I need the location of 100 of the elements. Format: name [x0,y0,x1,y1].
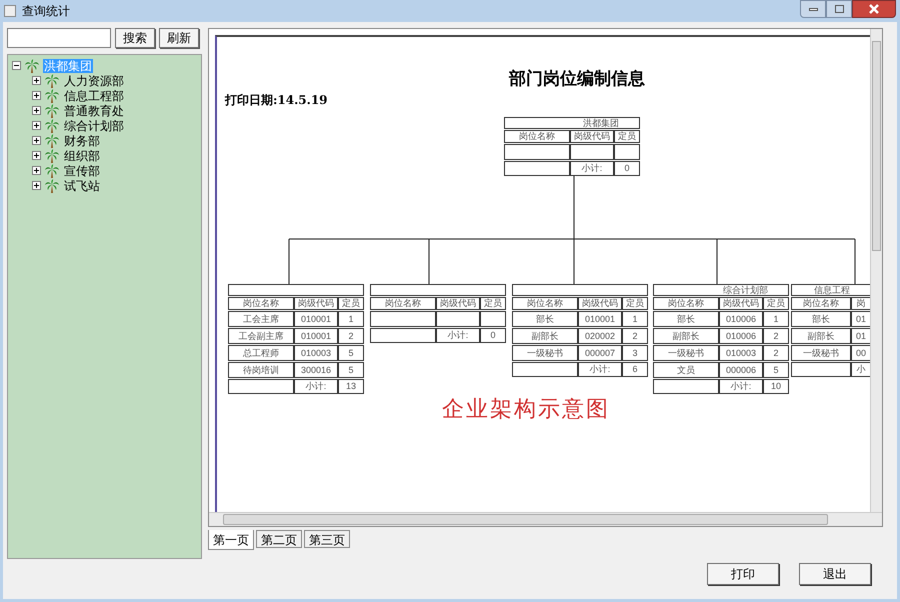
table-cell [228,379,294,394]
page-tab[interactable]: 第二页 [256,530,302,548]
table-cell: 定员 [622,297,648,310]
table-cell: 岗位名称 [512,297,578,310]
table-cell: 定员 [480,297,506,310]
table-cell: 岗级代码 [719,297,763,310]
table-cell: 岗级代码 [294,297,338,310]
table-cell: 副部长 [653,328,719,344]
maximize-button[interactable] [826,0,852,18]
palm-tree-icon [44,148,60,162]
table-cell: 010001 [294,311,338,327]
table-cell: 岗级代码 [436,297,480,310]
palm-tree-icon [44,74,60,88]
table-cell: 010001 [578,311,622,327]
palm-tree-icon [44,134,60,148]
table-cell: 2 [763,345,789,361]
table-cell [570,144,614,160]
table-cell: 5 [338,345,364,361]
palm-tree-icon [44,164,60,178]
table-cell: 010003 [294,345,338,361]
expand-icon[interactable] [32,166,41,175]
palm-tree-icon [44,178,60,192]
expand-icon[interactable] [32,151,41,160]
toolbar-button[interactable]: 刷新 [159,28,199,48]
table-cell: 定员 [338,297,364,310]
table-cell: 3 [622,345,648,361]
table-cell: 一级秘书 [791,345,851,361]
tree-item[interactable]: 综合计划部 [63,118,125,132]
table-cell: 洪都集团 [504,117,640,129]
tree-item[interactable]: 试飞站 [63,178,101,192]
table-cell: 岗位名称 [370,297,436,310]
page-tab[interactable]: 第三页 [304,530,350,548]
table-cell [504,144,570,160]
table-cell: 定员 [763,297,789,310]
expand-icon[interactable] [32,76,41,85]
page-tab[interactable]: 第一页 [208,530,254,550]
table-cell: 岗位名称 [504,130,570,143]
tree-item[interactable]: 宣传部 [63,164,101,178]
palm-tree-icon [44,118,60,132]
vertical-scrollbar[interactable] [870,29,882,512]
close-icon [869,4,879,14]
tree-item[interactable]: 财务部 [63,134,101,148]
table-cell: 010006 [719,311,763,327]
table-cell [436,311,480,327]
table-cell: 岗位名称 [653,297,719,310]
expand-icon[interactable] [32,181,41,190]
table-cell: 2 [763,328,789,344]
table-cell: 工会主席 [228,311,294,327]
collapse-icon[interactable] [12,61,21,70]
tree-item[interactable]: 人力资源部 [63,74,125,88]
table-cell [370,311,436,327]
expand-icon[interactable] [32,91,41,100]
table-cell: 定员 [614,130,640,143]
expand-icon[interactable] [32,136,41,145]
table-cell: 2 [622,328,648,344]
search-field[interactable] [7,28,111,48]
table-cell: 13 [338,379,364,394]
table-cell: 副部长 [512,328,578,344]
table-cell: 5 [338,362,364,378]
table-cell: 6 [622,362,648,377]
tree-item[interactable]: 组织部 [63,148,101,162]
table-cell: 010006 [719,328,763,344]
table-cell: 部长 [791,311,851,327]
table-cell: 总工程师 [228,345,294,361]
expand-icon[interactable] [32,106,41,115]
table-cell: 010001 [294,328,338,344]
table-cell: 0 [614,161,640,176]
table-cell: 300016 [294,362,338,378]
table-cell: 小计: [570,161,614,176]
table-cell [504,161,570,176]
diagram-caption: 企业架构示意图 [442,396,610,424]
palm-tree-icon [44,104,60,118]
table-cell: 副部长 [791,328,851,344]
horizontal-scrollbar[interactable] [209,512,882,526]
table-cell: 2 [338,328,364,344]
toolbar-button[interactable]: 搜索 [115,28,155,48]
table-cell [512,362,578,377]
expand-icon[interactable] [32,121,41,130]
tree-item[interactable]: 普通教育处 [63,104,125,118]
close-button[interactable] [852,0,896,18]
table-cell: 小计: [436,328,480,343]
dialog-button[interactable]: 打印 [707,563,779,585]
palm-tree-icon [44,88,60,102]
table-cell: 5 [763,362,789,378]
table-cell: 工会副主席 [228,328,294,344]
report-title: 部门岗位编制信息 [508,68,646,91]
table-cell: 岗位名称 [791,297,851,310]
table-cell [653,379,719,394]
table-cell [480,311,506,327]
table-cell: 000007 [578,345,622,361]
table-cell: 020002 [578,328,622,344]
tree-item[interactable]: 信息工程部 [63,88,125,102]
table-cell: 岗级代码 [578,297,622,310]
table-cell [370,328,436,343]
table-cell [791,362,851,377]
print-date: 打印日期:14.5.19 [225,92,328,109]
minimize-button[interactable] [800,0,826,18]
table-cell: 综合计划部 [653,284,789,296]
dialog-button[interactable]: 退出 [799,563,871,585]
table-cell: 部长 [512,311,578,327]
